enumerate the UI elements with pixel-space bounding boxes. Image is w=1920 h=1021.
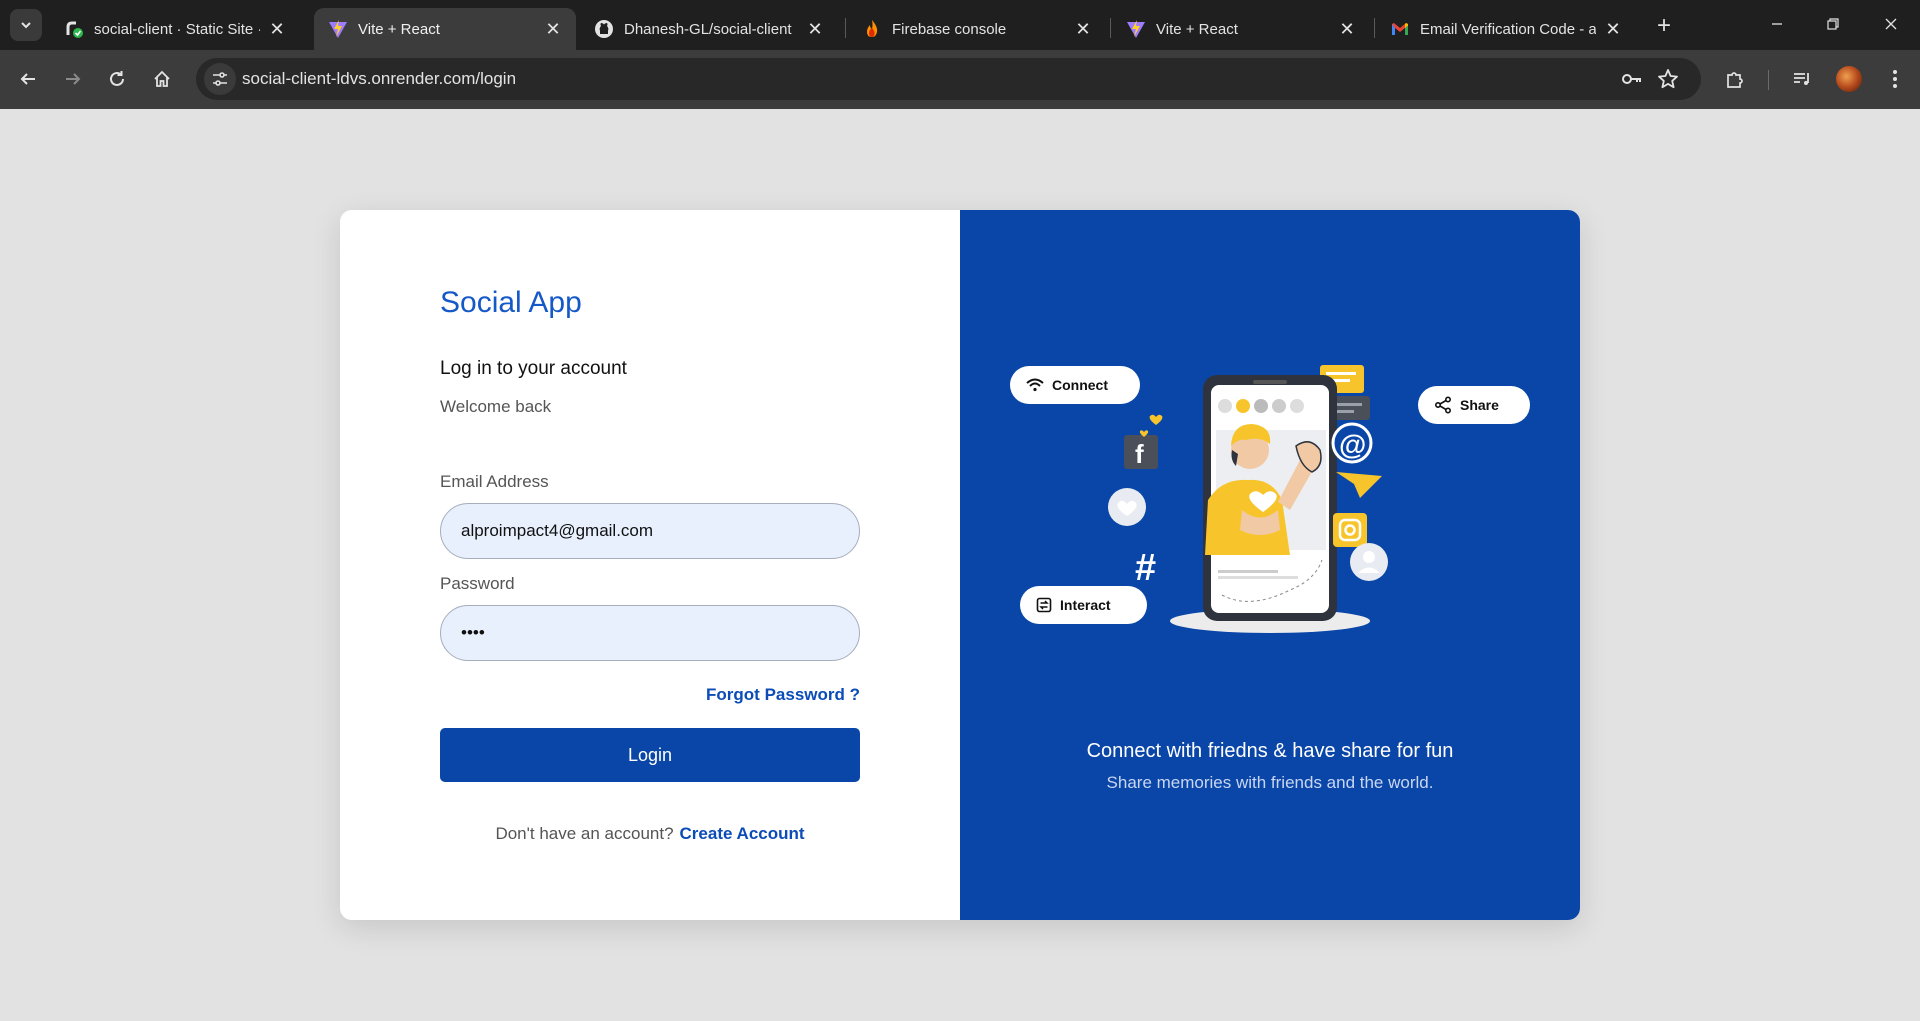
close-icon[interactable]: ✕ [804, 18, 826, 40]
home-icon [154, 70, 170, 87]
star-icon [1658, 69, 1678, 89]
connect-label: Connect [1052, 377, 1108, 393]
restore-button[interactable] [1810, 8, 1856, 40]
login-panel: Social App Log in to your account Welcom… [340, 210, 960, 920]
arrow-left-icon [20, 73, 35, 85]
instagram-icon [1333, 513, 1367, 547]
promo-tagline: Connect with friedns & have share for fu… [1086, 740, 1454, 762]
email-label: Email Address [440, 472, 549, 491]
minimize-button[interactable] [1754, 8, 1800, 40]
tab-separator [845, 18, 846, 38]
tab-separator [1374, 18, 1375, 38]
promo-subtitle: Share memories with friends and the worl… [1106, 773, 1434, 792]
puzzle-icon [1727, 72, 1743, 88]
gmail-icon [1390, 19, 1410, 39]
tab-search-button[interactable] [10, 9, 42, 41]
signup-row: Don't have an account? Create Account [340, 824, 960, 844]
svg-text:f: f [1135, 439, 1144, 469]
tab-title: Vite + React [358, 20, 440, 38]
share-label: Share [1460, 397, 1499, 413]
browser-tab-bar: social-client · Static Site · R ✕ Vite +… [0, 0, 1920, 50]
share-icon [1434, 396, 1452, 414]
new-tab-button[interactable]: + [1650, 12, 1678, 40]
tab-render[interactable]: social-client · Static Site · R ✕ [50, 8, 300, 50]
tab-github[interactable]: Dhanesh-GL/social-client ✕ [580, 8, 838, 50]
profile-avatar[interactable] [1836, 66, 1862, 92]
interact-pill: Interact [1020, 586, 1147, 624]
tune-icon [213, 72, 227, 86]
more-vertical-icon [1893, 70, 1897, 88]
window-close-button[interactable] [1868, 8, 1914, 40]
playlist-icon [1794, 73, 1809, 85]
github-icon [594, 19, 614, 39]
paper-plane-icon [1336, 472, 1382, 498]
tab-title: Email Verification Code - al [1420, 20, 1596, 38]
toolbar-separator [1768, 70, 1769, 90]
address-bar[interactable]: social-client-ldvs.onrender.com/login [196, 58, 1701, 100]
media-control-button[interactable] [1785, 62, 1819, 96]
small-heart-icon [1149, 414, 1163, 425]
restore-icon [1827, 18, 1839, 30]
tab-vite-react-active[interactable]: Vite + React ✕ [314, 8, 576, 50]
close-icon[interactable]: ✕ [1072, 18, 1094, 40]
close-icon[interactable]: ✕ [1336, 18, 1358, 40]
key-icon [1622, 74, 1641, 84]
tab-gmail[interactable]: Email Verification Code - al ✕ [1376, 8, 1636, 50]
render-icon [64, 19, 84, 39]
tab-title: Firebase console [892, 20, 1007, 38]
reload-button[interactable] [100, 62, 134, 96]
close-icon[interactable]: ✕ [1602, 18, 1624, 40]
login-heading: Log in to your account [440, 358, 627, 379]
password-label: Password [440, 574, 515, 593]
create-account-link[interactable]: Create Account [680, 824, 805, 843]
password-key-button[interactable] [1620, 67, 1644, 91]
url-text[interactable]: social-client-ldvs.onrender.com/login [242, 69, 516, 89]
signup-question: Don't have an account? [495, 824, 674, 843]
login-subheading: Welcome back [440, 397, 552, 416]
svg-text:@: @ [1339, 429, 1366, 460]
close-icon[interactable]: ✕ [266, 18, 288, 40]
browser-menu-button[interactable] [1878, 62, 1912, 96]
back-button[interactable] [11, 62, 45, 96]
vite-icon [328, 19, 348, 39]
extensions-button[interactable] [1718, 62, 1752, 96]
minimize-icon [1772, 23, 1782, 25]
hashtag-icon: # [1135, 547, 1156, 589]
login-card: Social App Log in to your account Welcom… [340, 210, 1580, 920]
bookmark-star-button[interactable] [1656, 67, 1680, 91]
browser-toolbar: social-client-ldvs.onrender.com/login [0, 50, 1920, 109]
forgot-password-link[interactable]: Forgot Password ? [706, 685, 860, 705]
firebase-icon [862, 19, 882, 39]
forward-button[interactable] [56, 62, 90, 96]
email-input[interactable]: alproimpact4@gmail.com [440, 503, 860, 559]
interact-icon [1036, 597, 1052, 613]
tab-title: Dhanesh-GL/social-client [624, 20, 792, 38]
reload-icon [110, 71, 124, 86]
login-button[interactable]: Login [440, 728, 860, 782]
promo-panel: f # @ Connect Share Interact Connect wit… [960, 210, 1580, 920]
share-pill: Share [1418, 386, 1530, 424]
tab-title: Vite + React [1156, 20, 1238, 38]
close-icon [1885, 18, 1897, 30]
chevron-down-icon [21, 22, 31, 29]
tab-separator [1110, 18, 1111, 38]
home-button[interactable] [145, 62, 179, 96]
vite-icon [1126, 19, 1146, 39]
arrow-right-icon [66, 73, 81, 85]
interact-label: Interact [1060, 597, 1111, 613]
site-info-button[interactable] [204, 63, 236, 95]
tab-vite-react[interactable]: Vite + React ✕ [1112, 8, 1370, 50]
password-input[interactable]: •••• [440, 605, 860, 661]
wifi-icon [1026, 378, 1044, 392]
tab-firebase[interactable]: Firebase console ✕ [848, 8, 1106, 50]
connect-pill: Connect [1010, 366, 1140, 404]
tab-title: social-client · Static Site · R [94, 20, 260, 38]
close-icon[interactable]: ✕ [542, 18, 564, 40]
brand-title: Social App [440, 286, 582, 319]
